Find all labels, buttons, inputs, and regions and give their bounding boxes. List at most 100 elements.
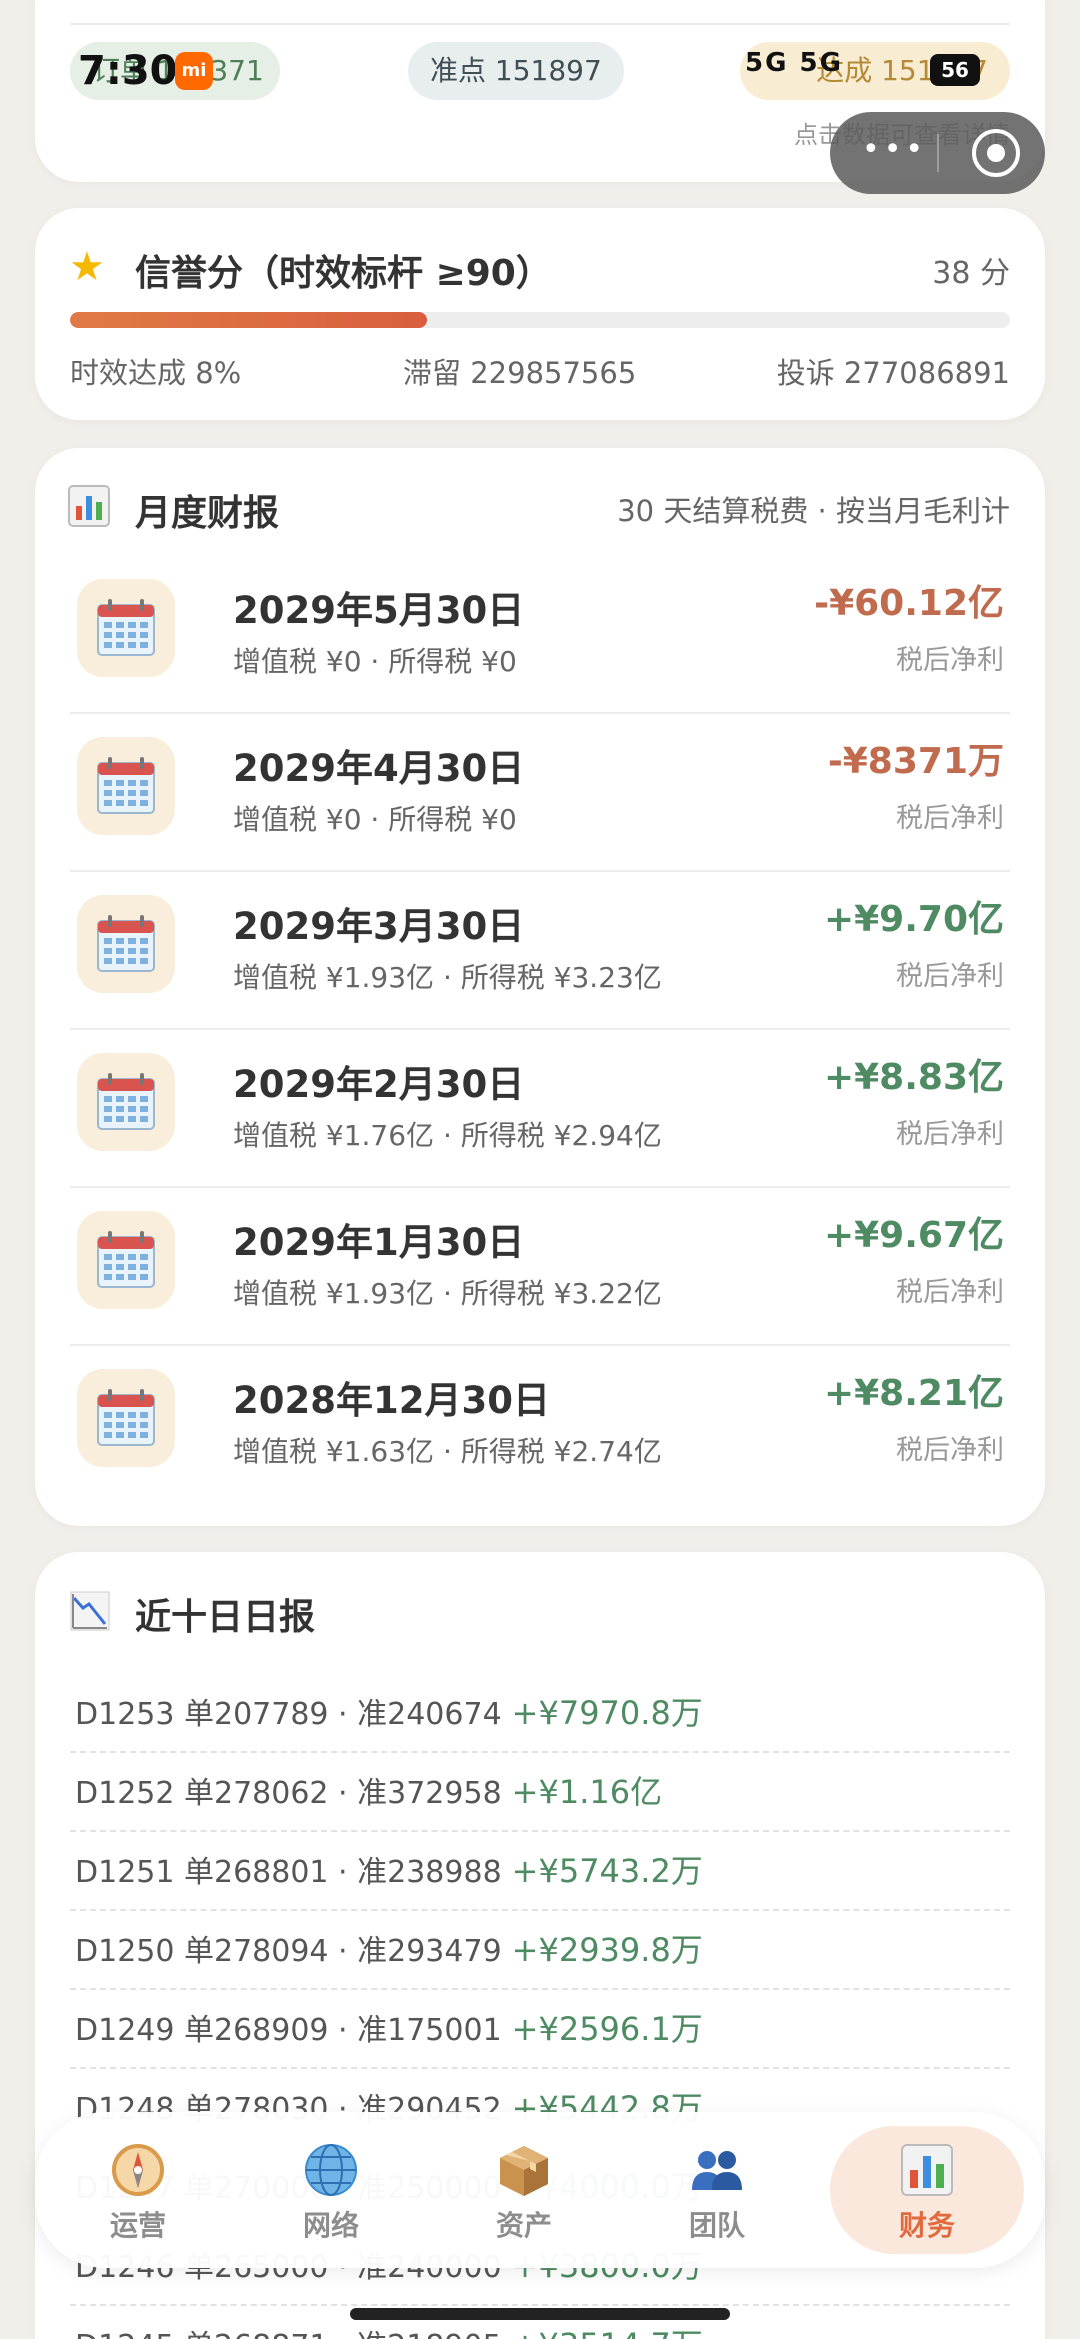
day-profit: +¥5743.2万 [511,1852,703,1890]
day-detail: 单207789 · 准240674 [184,1697,502,1732]
day-profit: +¥7970.8万 [511,1694,703,1732]
monthly-row[interactable]: 2029年1月30日 增值税 ¥1.93亿 · 所得税 ¥3.22亿 +¥9.67亿… [70,1188,1010,1346]
trend-down-icon [70,1591,110,1631]
calendar-badge [77,1053,175,1151]
credit-progress-bar [70,312,1010,328]
capsule-divider [937,134,939,172]
net-profit-label: 税后净利 [896,645,1004,676]
tab-ops-label: 运营 [109,2209,166,2242]
daily-row[interactable]: D1250 单278094 · 准293479 +¥2939.8万 [70,1911,1010,1990]
tab-team[interactable]: 团队 [622,2112,812,2268]
complaint-count[interactable]: 投诉 277086891 [777,350,1010,392]
daily-row[interactable]: D1252 单278062 · 准372958 +¥1.16亿 [70,1753,1010,1832]
monthly-row[interactable]: 2029年2月30日增值税 ¥1.76亿 · 所得税 ¥2.94亿 +¥8.83亿… [70,1030,1010,1188]
calendar-icon [97,1073,155,1130]
daily-row[interactable]: D1253 单207789 · 准240674 +¥7970.8万 [70,1674,1010,1753]
month-tax: 增值税 ¥1.63亿 · 所得税 ¥2.74亿 [233,1435,662,1468]
monthly-row[interactable]: 2028年12月30日增值税 ¥1.63亿 · 所得税 ¥2.74亿 +¥8.21… [70,1346,1010,1504]
month-date: 2029年4月30日 [233,747,525,790]
month-net-profit: +¥9.70亿 [823,899,1004,940]
tab-finance-label: 财务 [898,2209,955,2242]
calendar-icon [97,1389,155,1446]
credit-title: 信誉分（时效标杆 ≥90） [135,253,552,294]
monthly-row[interactable]: 2029年5月30日增值税 ¥0 · 所得税 ¥0 -¥60.12亿税后净利 [70,556,1010,714]
package-icon [500,2146,548,2196]
monthly-row[interactable]: 2029年3月30日 增值税 ¥1.93亿 · 所得税 ¥3.23亿 +¥9.70亿… [70,872,1010,1030]
tab-assets-label: 资产 [495,2209,552,2242]
calendar-badge [77,579,175,677]
credit-card: ★ 信誉分（时效标杆 ≥90） 38 分 时效达成 8% 滞留 22985756… [35,208,1045,420]
bottom-tab-bar: 运营 网络 资产 团队 财务 [35,2112,1045,2268]
net-profit-label: 税后净利 [896,1277,1004,1308]
month-net-profit: -¥60.12亿 [814,583,1004,624]
on-time-rate[interactable]: 时效达成 8% [70,350,241,392]
tab-team-label: 团队 [688,2209,745,2242]
day-id: D1245 [70,2307,184,2339]
bar-chart-icon [901,2144,953,2196]
tab-ops[interactable]: 运营 [43,2112,233,2268]
day-detail: 单268801 · 准238988 [184,1855,502,1890]
monthly-report-card: 月度财报 30 天结算税费 · 按当月毛利计 2029年5月30日增值税 ¥0 … [35,448,1045,1526]
compass-icon [112,2144,164,2196]
day-id: D1253 [75,1697,175,1732]
tab-network-label: 网络 [302,2209,359,2242]
day-detail: 单278062 · 准372958 [184,1776,502,1811]
month-date: 2029年2月30日 [233,1063,525,1106]
day-detail: 单278094 · 准293479 [184,1934,502,1969]
day-id: D1252 [75,1776,175,1811]
team-icon [692,2151,742,2190]
close-miniprogram-icon[interactable] [972,129,1020,177]
month-tax: 增值税 ¥1.93亿 · 所得税 ¥3.23亿 [233,961,662,994]
daily-row[interactable]: D1251 单268801 · 准238988 +¥5743.2万 [70,1832,1010,1911]
monthly-title: 月度财报 [135,493,280,534]
month-date: 2028年12月30日 [233,1379,550,1422]
tab-network[interactable]: 网络 [236,2112,426,2268]
net-profit-label: 税后净利 [896,1435,1004,1466]
day-detail: 单268871 · 准218905 [184,2329,502,2339]
month-date: 2029年5月30日 [233,589,525,632]
stuck-count[interactable]: 滞留 229857565 [403,350,636,392]
bar-chart-icon [68,485,110,527]
month-tax: 增值税 ¥1.76亿 · 所得税 ¥2.94亿 [233,1119,662,1152]
calendar-badge [77,895,175,993]
calendar-badge [77,737,175,835]
net-profit-label: 税后净利 [896,803,1004,834]
month-date: 2029年1月30日 [233,1221,525,1264]
signal-icon: 5G 5G [745,48,843,78]
on-time-pill[interactable]: 准点 151897 [408,42,624,100]
tab-finance[interactable]: 财务 [832,2112,1022,2268]
miniprogram-capsule: ••• [830,112,1045,194]
calendar-badge [77,1369,175,1467]
summary-divider [70,23,1010,25]
day-detail: 单268909 · 准175001 [184,2013,502,2048]
day-profit: +¥2596.1万 [511,2010,703,2048]
home-indicator[interactable] [350,2308,730,2320]
month-net-profit: -¥8371万 [827,741,1004,782]
monthly-row[interactable]: 2029年4月30日增值税 ¥0 · 所得税 ¥0 -¥8371万税后净利 [70,714,1010,872]
calendar-badge [77,1211,175,1309]
day-profit: +¥3514.7万 [512,2326,703,2339]
daily-title: 近十日日报 [135,1597,316,1638]
month-net-profit: +¥8.21亿 [823,1373,1004,1414]
day-profit: +¥1.16亿 [511,1773,663,1811]
status-time: 7:30 [78,48,178,94]
battery-icon: 56 [930,54,980,86]
net-profit-label: 税后净利 [896,1119,1004,1150]
more-icon[interactable]: ••• [862,132,927,167]
net-profit-label: 税后净利 [896,961,1004,992]
globe-icon [305,2144,357,2196]
month-tax: 增值税 ¥0 · 所得税 ¥0 [233,645,517,678]
monthly-note: 30 天结算税费 · 按当月毛利计 [617,494,1010,528]
calendar-icon [97,915,155,972]
calendar-icon [97,757,155,814]
tab-assets[interactable]: 资产 [429,2112,619,2268]
month-tax: 增值税 ¥0 · 所得税 ¥0 [233,803,517,836]
mi-notification-icon: mi [175,52,213,90]
month-tax: 增值税 ¥1.93亿 · 所得税 ¥3.22亿 [233,1277,662,1310]
credit-progress-fill [70,312,428,328]
star-icon: ★ [69,244,105,290]
calendar-icon [97,1231,155,1288]
day-id: D1249 [75,2013,175,2048]
daily-row[interactable]: D1249 单268909 · 准175001 +¥2596.1万 [70,1990,1010,2069]
month-net-profit: +¥8.83亿 [823,1057,1004,1098]
